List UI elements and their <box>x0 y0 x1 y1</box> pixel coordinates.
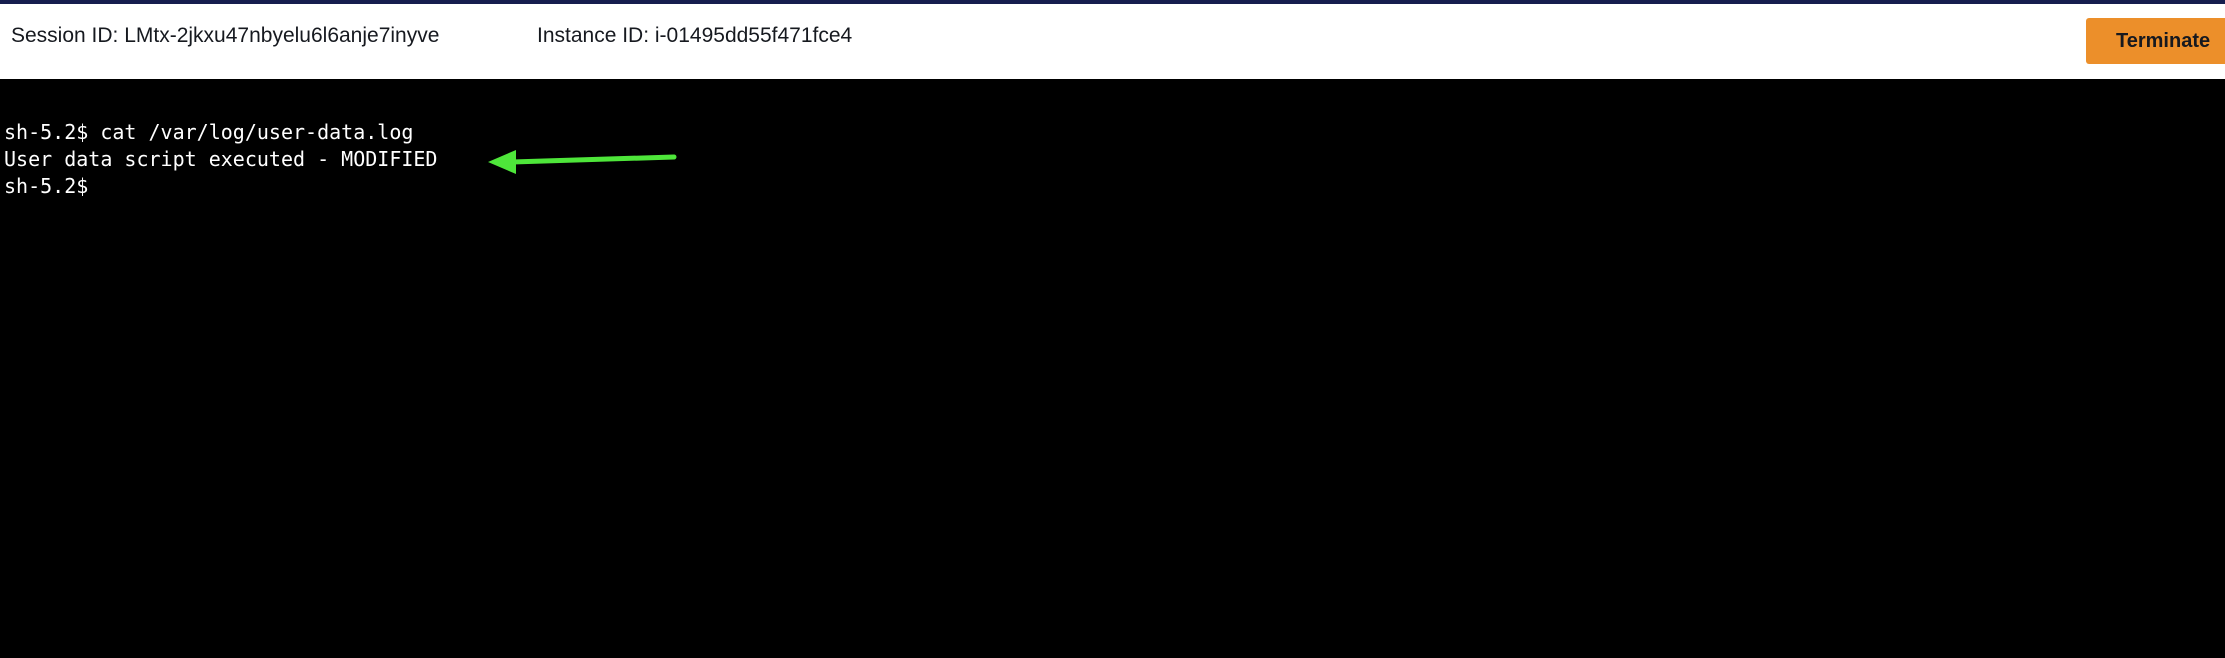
terminal-line-command: sh-5.2$ cat /var/log/user-data.log <box>4 120 414 144</box>
terminal-line-prompt: sh-5.2$ <box>4 174 89 198</box>
arrow-left-icon <box>488 150 677 174</box>
session-header: Session ID: LMtx-2jkxu47nbyelu6l6anje7in… <box>0 4 2225 79</box>
instance-id-label: Instance ID: i-01495dd55f471fce4 <box>537 24 853 47</box>
terminate-button[interactable]: Terminate <box>2086 18 2225 64</box>
session-id-label: Session ID: LMtx-2jkxu47nbyelu6l6anje7in… <box>11 24 440 47</box>
terminal-output[interactable]: sh-5.2$ cat /var/log/user-data.log User … <box>0 79 2225 658</box>
terminal-line-output: User data script executed - MODIFIED <box>4 147 438 171</box>
